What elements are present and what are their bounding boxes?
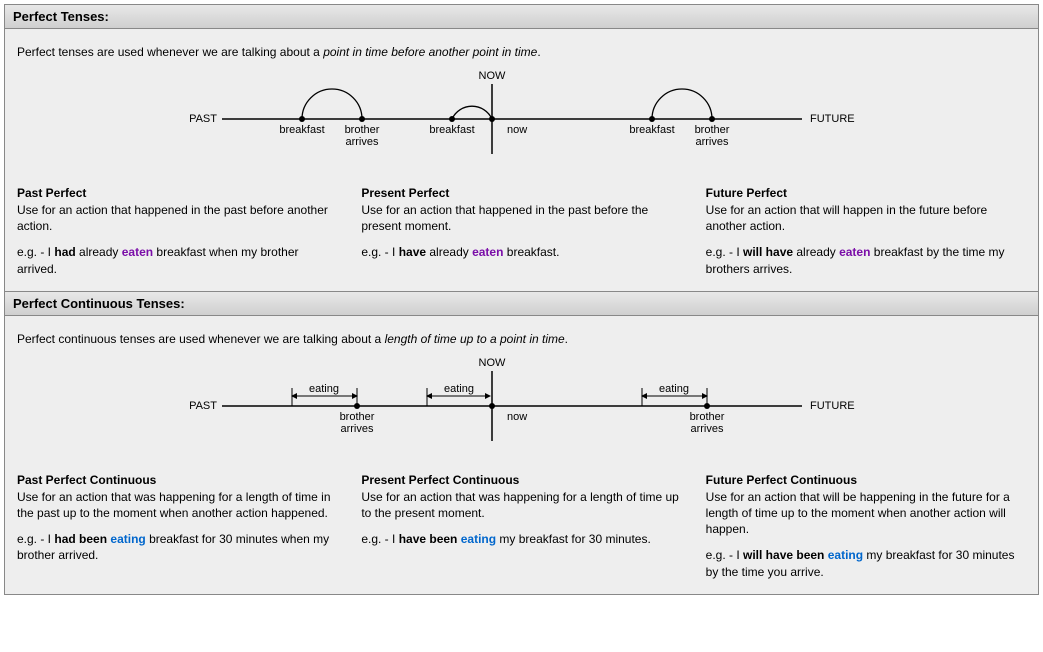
col-desc: Use for an action that happened in the p…	[361, 202, 681, 234]
svg-text:arrives: arrives	[695, 136, 729, 148]
col-example: e.g. - I will have been eating my breakf…	[706, 547, 1026, 579]
intro-suffix: .	[565, 332, 568, 346]
col-desc: Use for an action that will happen in th…	[706, 202, 1026, 234]
highlight-word: eaten	[122, 245, 153, 259]
col-desc: Use for an action that was happening for…	[361, 489, 681, 521]
past-label: PAST	[189, 113, 217, 125]
perfect-cont-diagram: NOW PAST FUTURE eating brother arrives e…	[17, 356, 1026, 459]
perfect-continuous-body: Perfect continuous tenses are used whene…	[5, 316, 1038, 594]
col-example: e.g. - I have been eating my breakfast f…	[361, 531, 681, 547]
svg-text:now: now	[507, 124, 527, 136]
svg-text:arrives: arrives	[340, 423, 374, 435]
intro-text: Perfect tenses are used whenever we are …	[17, 45, 323, 59]
svg-text:brother: brother	[344, 124, 379, 136]
highlight-word: eating	[461, 532, 496, 546]
svg-text:now: now	[507, 411, 527, 423]
svg-text:brother: brother	[689, 411, 724, 423]
svg-text:eating: eating	[309, 383, 339, 395]
now-label: NOW	[478, 70, 506, 82]
intro-em: length of time up to a point in time	[385, 332, 565, 346]
col-title: Present Perfect	[361, 186, 681, 200]
intro-suffix: .	[537, 45, 540, 59]
present-perfect-col: Present Perfect Use for an action that h…	[361, 186, 681, 277]
svg-text:brother: brother	[694, 124, 729, 136]
perfect-cont-intro: Perfect continuous tenses are used whene…	[17, 332, 1026, 346]
highlight-word: eaten	[472, 245, 503, 259]
svg-text:eating: eating	[659, 383, 689, 395]
perfect-columns: Past Perfect Use for an action that happ…	[17, 186, 1026, 277]
future-perfect-cont-col: Future Perfect Continuous Use for an act…	[706, 473, 1026, 580]
present-perfect-cont-col: Present Perfect Continuous Use for an ac…	[361, 473, 681, 580]
col-title: Future Perfect Continuous	[706, 473, 1026, 487]
future-label: FUTURE	[810, 113, 855, 125]
svg-text:arrives: arrives	[690, 423, 724, 435]
intro-text: Perfect continuous tenses are used whene…	[17, 332, 385, 346]
perfect-intro: Perfect tenses are used whenever we are …	[17, 45, 1026, 59]
perfect-tenses-panel: Perfect Tenses: Perfect tenses are used …	[4, 4, 1039, 595]
perfect-tenses-header: Perfect Tenses:	[5, 5, 1038, 29]
svg-text:breakfast: breakfast	[279, 124, 324, 136]
future-perfect-col: Future Perfect Use for an action that wi…	[706, 186, 1026, 277]
now-label: NOW	[478, 357, 506, 369]
col-title: Future Perfect	[706, 186, 1026, 200]
perfect-diagram: NOW PAST FUTURE breakfast brother arrive…	[17, 69, 1026, 172]
highlight-word: eating	[828, 548, 863, 562]
perfect-continuous-header: Perfect Continuous Tenses:	[5, 291, 1038, 316]
intro-em: point in time before another point in ti…	[323, 45, 537, 59]
col-title: Past Perfect	[17, 186, 337, 200]
col-title: Present Perfect Continuous	[361, 473, 681, 487]
future-label: FUTURE	[810, 400, 855, 412]
svg-text:brother: brother	[339, 411, 374, 423]
col-example: e.g. - I have already eaten breakfast.	[361, 244, 681, 260]
svg-text:breakfast: breakfast	[429, 124, 474, 136]
highlight-word: eaten	[839, 245, 870, 259]
highlight-word: eating	[110, 532, 145, 546]
past-perfect-cont-col: Past Perfect Continuous Use for an actio…	[17, 473, 337, 580]
col-example: e.g. - I will have already eaten breakfa…	[706, 244, 1026, 276]
col-desc: Use for an action that was happening for…	[17, 489, 337, 521]
perfect-cont-columns: Past Perfect Continuous Use for an actio…	[17, 473, 1026, 580]
past-perfect-col: Past Perfect Use for an action that happ…	[17, 186, 337, 277]
svg-text:breakfast: breakfast	[629, 124, 674, 136]
col-title: Past Perfect Continuous	[17, 473, 337, 487]
col-example: e.g. - I had been eating breakfast for 3…	[17, 531, 337, 563]
col-desc: Use for an action that happened in the p…	[17, 202, 337, 234]
svg-text:eating: eating	[444, 383, 474, 395]
col-example: e.g. - I had already eaten breakfast whe…	[17, 244, 337, 276]
col-desc: Use for an action that will be happening…	[706, 489, 1026, 538]
svg-text:arrives: arrives	[345, 136, 379, 148]
past-label: PAST	[189, 400, 217, 412]
perfect-tenses-body: Perfect tenses are used whenever we are …	[5, 29, 1038, 291]
